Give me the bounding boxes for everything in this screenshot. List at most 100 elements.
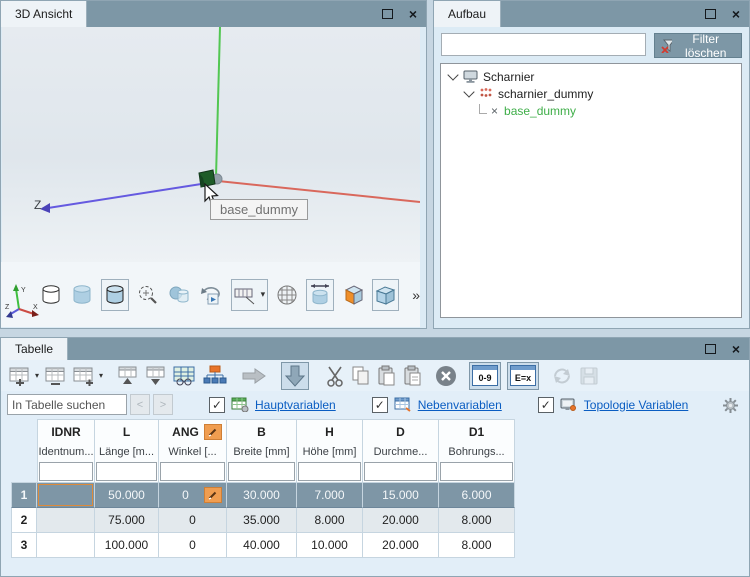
row-number[interactable]: 1 xyxy=(11,483,37,508)
table-cell[interactable]: 75.000 xyxy=(95,508,159,533)
tree-item-scharnier-dummy[interactable]: scharnier_dummy xyxy=(443,85,739,102)
shaded-outline-cylinder-icon[interactable] xyxy=(101,279,129,311)
table-cell[interactable]: 7.000 xyxy=(297,483,363,508)
hauptvariablen-link[interactable]: Hauptvariablen xyxy=(255,398,336,412)
measure-dropdown[interactable]: ▾ xyxy=(231,279,269,311)
remove-table-icon[interactable] xyxy=(45,364,67,388)
column-filter-input[interactable] xyxy=(96,462,157,481)
table-cell[interactable]: 0 xyxy=(159,483,227,508)
search-next-button[interactable]: > xyxy=(153,394,173,415)
maximize-button[interactable] xyxy=(697,338,723,360)
insert-table-icon[interactable] xyxy=(73,364,95,388)
table-cell[interactable]: 15.000 xyxy=(363,483,439,508)
column-filter-input[interactable] xyxy=(228,462,295,481)
topologie-variablen-link[interactable]: Topologie Variablen xyxy=(584,398,689,412)
close-icon: × xyxy=(409,7,417,21)
row-up-icon[interactable] xyxy=(117,364,139,388)
row-number[interactable]: 2 xyxy=(11,508,37,533)
save-icon[interactable] xyxy=(579,364,599,388)
column-header[interactable]: L xyxy=(95,419,159,443)
toolbar-overflow-button[interactable]: » xyxy=(412,287,420,303)
table-cell[interactable]: 20.000 xyxy=(363,533,439,558)
delete-icon[interactable] xyxy=(435,364,457,388)
tab-3d-ansicht[interactable]: 3D Ansicht xyxy=(1,1,87,27)
nebenvariablen-link[interactable]: Nebenvariablen xyxy=(418,398,502,412)
column-header[interactable]: D1 xyxy=(439,419,515,443)
edit-badge-icon[interactable] xyxy=(204,487,222,503)
formula-view-icon[interactable]: E=x xyxy=(507,362,539,390)
table-cell[interactable]: 40.000 xyxy=(227,533,297,558)
settings-gear-icon[interactable] xyxy=(722,397,739,414)
tree-item-base-dummy[interactable]: × base_dummy xyxy=(443,102,739,119)
clear-filter-button[interactable]: Filter löschen xyxy=(654,33,742,58)
preview-table-icon[interactable] xyxy=(173,364,197,388)
structure-tree-icon[interactable] xyxy=(203,364,227,388)
column-header[interactable]: D xyxy=(363,419,439,443)
dimension-cylinder-icon[interactable] xyxy=(306,279,334,311)
table-cell[interactable]: 100.000 xyxy=(95,533,159,558)
table-cell[interactable]: 30.000 xyxy=(227,483,297,508)
zoom-icon[interactable] xyxy=(136,282,160,308)
tree-item-scharnier[interactable]: Scharnier xyxy=(443,68,739,85)
topologie-variablen-checkbox[interactable]: ✓ xyxy=(538,397,554,413)
table-cell[interactable] xyxy=(37,508,95,533)
shaded-cylinder-icon[interactable] xyxy=(70,282,94,308)
import-down-arrow-icon[interactable] xyxy=(281,362,309,390)
close-button[interactable]: × xyxy=(723,1,749,27)
table-cell[interactable]: 35.000 xyxy=(227,508,297,533)
table-cell[interactable]: 20.000 xyxy=(363,508,439,533)
column-filter-input[interactable] xyxy=(298,462,361,481)
table-cell[interactable]: 10.000 xyxy=(297,533,363,558)
solid-cube-icon[interactable] xyxy=(372,279,400,311)
refresh-icon[interactable] xyxy=(551,364,573,388)
table-cell[interactable]: 8.000 xyxy=(297,508,363,533)
mesh-shading-icon[interactable] xyxy=(275,282,299,308)
table-cell[interactable]: 0 xyxy=(159,533,227,558)
expand-chevron-icon[interactable] xyxy=(463,86,474,97)
paste-special-icon[interactable] xyxy=(403,364,423,388)
table-cell[interactable] xyxy=(37,533,95,558)
column-header[interactable]: H xyxy=(297,419,363,443)
table-cell[interactable]: 6.000 xyxy=(439,483,515,508)
table-cell[interactable]: 8.000 xyxy=(439,533,515,558)
close-button[interactable]: × xyxy=(723,338,749,360)
maximize-button[interactable] xyxy=(374,1,400,27)
table-cell-selected[interactable] xyxy=(37,483,95,508)
column-filter-input[interactable] xyxy=(160,462,225,481)
column-filter-input[interactable] xyxy=(364,462,437,481)
row-number[interactable]: 3 xyxy=(11,533,37,558)
tab-tabelle[interactable]: Tabelle xyxy=(1,338,68,360)
dropdown-arrow-icon[interactable]: ▾ xyxy=(99,364,103,388)
column-filter-input[interactable] xyxy=(440,462,513,481)
table-cell[interactable]: 8.000 xyxy=(439,508,515,533)
column-header[interactable]: B xyxy=(227,419,297,443)
structure-filter-input[interactable] xyxy=(441,33,646,56)
expand-chevron-icon[interactable] xyxy=(447,69,458,80)
hauptvariablen-checkbox[interactable]: ✓ xyxy=(209,397,225,413)
dropdown-arrow-icon[interactable]: ▾ xyxy=(35,364,39,388)
paste-icon[interactable] xyxy=(377,364,397,388)
edit-badge-icon[interactable] xyxy=(204,424,222,440)
apply-arrow-icon[interactable] xyxy=(241,364,267,388)
digits-view-icon[interactable]: 0-9 xyxy=(469,362,501,390)
table-cell[interactable]: 0 xyxy=(159,508,227,533)
column-filter-input[interactable] xyxy=(39,462,93,481)
tab-aufbau[interactable]: Aufbau xyxy=(434,1,501,27)
rotate-view-icon[interactable] xyxy=(198,282,224,308)
copy-icon[interactable] xyxy=(351,364,371,388)
wireframe-cylinder-icon[interactable] xyxy=(39,282,63,308)
row-down-icon[interactable] xyxy=(145,364,167,388)
3d-viewport[interactable]: Z base_dummy xyxy=(2,27,420,264)
transparency-icon[interactable] xyxy=(167,282,191,308)
table-search-input[interactable] xyxy=(7,394,127,415)
add-table-icon[interactable] xyxy=(9,364,31,388)
cut-icon[interactable] xyxy=(325,364,345,388)
maximize-button[interactable] xyxy=(697,1,723,27)
column-header[interactable]: IDNR xyxy=(37,419,95,443)
nebenvariablen-checkbox[interactable]: ✓ xyxy=(372,397,388,413)
face-selection-icon[interactable] xyxy=(341,282,365,308)
table-cell[interactable]: 50.000 xyxy=(95,483,159,508)
search-prev-button[interactable]: < xyxy=(130,394,150,415)
close-button[interactable]: × xyxy=(400,1,426,27)
column-header[interactable]: ANG xyxy=(159,419,227,443)
